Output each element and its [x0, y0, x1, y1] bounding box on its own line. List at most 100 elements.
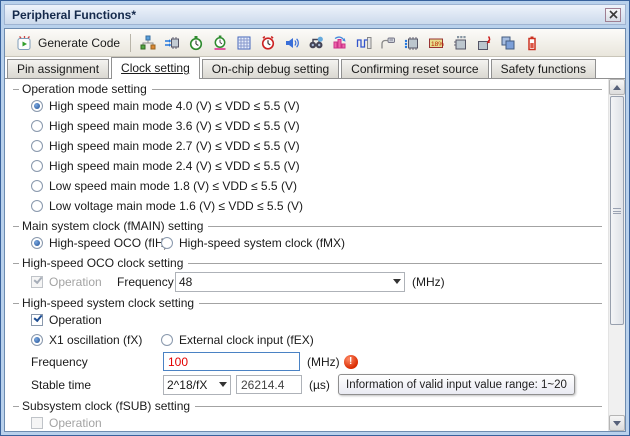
- tab-label: Clock setting: [121, 61, 190, 75]
- radio-icon: [31, 237, 43, 249]
- radio-high-speed-oco[interactable]: High-speed OCO (fIH): [11, 233, 161, 253]
- scroll-down-icon: [613, 421, 621, 426]
- scroll-down-button[interactable]: [609, 415, 625, 431]
- tab-on-chip-debug-setting[interactable]: On-chip debug setting: [202, 59, 339, 78]
- watchdog-timer-icon[interactable]: [257, 33, 278, 53]
- tab-label: Pin assignment: [17, 62, 99, 76]
- comparator-icon[interactable]: [353, 33, 374, 53]
- vertical-scrollbar[interactable]: [608, 79, 625, 431]
- group-main-system-clock: Main system clock (fMAIN) setting High-s…: [11, 219, 606, 253]
- da-converter-icon[interactable]: [329, 33, 350, 53]
- radio-icon: [31, 160, 43, 172]
- svg-text:18%: 18%: [431, 40, 444, 47]
- interrupt-controller-icon[interactable]: [473, 33, 494, 53]
- stable-time-unit: (µs): [309, 378, 330, 392]
- toolbar-separator: [130, 34, 131, 52]
- tab-confirming-reset-source[interactable]: Confirming reset source: [341, 59, 488, 78]
- frequency-unit: (MHz): [412, 275, 445, 289]
- checkbox-icon: [31, 417, 43, 429]
- close-icon: [609, 10, 618, 19]
- radio-low-speed-main-mode-1-8[interactable]: Low speed main mode 1.8 (V) ≤ VDD ≤ 5.5 …: [11, 176, 606, 196]
- radio-icon: [31, 140, 43, 152]
- stable-time-select[interactable]: 2^18/fX: [163, 375, 231, 395]
- toolbar: Generate Code: [5, 29, 625, 57]
- generate-code-icon: [16, 35, 33, 51]
- key-matrix-icon[interactable]: [233, 33, 254, 53]
- group-title: Subsystem clock (fSUB) setting: [22, 399, 195, 413]
- close-button[interactable]: [605, 8, 621, 22]
- group-title: Operation mode setting: [22, 82, 152, 96]
- radio-icon: [31, 100, 43, 112]
- operation-checkbox-disabled: [31, 276, 43, 288]
- scroll-up-button[interactable]: [609, 79, 625, 95]
- tab-label: On-chip debug setting: [212, 62, 329, 76]
- scrollbar-grip-icon: [613, 208, 621, 214]
- radio-high-speed-main-mode-2-4[interactable]: High speed main mode 2.4 (V) ≤ VDD ≤ 5.5…: [11, 156, 606, 176]
- subsystem-operation-checkbox[interactable]: Operation: [11, 413, 606, 431]
- radio-low-voltage-main-mode-1-6[interactable]: Low voltage main mode 1.6 (V) ≤ VDD ≤ 5.…: [11, 196, 606, 216]
- serial-interface-icon[interactable]: [377, 33, 398, 53]
- radio-high-speed-main-mode-4-0[interactable]: High speed main mode 4.0 (V) ≤ VDD ≤ 5.5…: [11, 96, 606, 116]
- radio-icon: [31, 180, 43, 192]
- tabstrip: Pin assignment Clock setting On-chip deb…: [5, 57, 625, 79]
- tab-label: Safety functions: [501, 62, 586, 76]
- group-high-speed-system-clock: High-speed system clock setting Operatio…: [11, 296, 606, 396]
- chevron-down-icon: [393, 279, 401, 284]
- radio-icon: [31, 334, 43, 346]
- radio-high-speed-main-mode-3-6[interactable]: High speed main mode 3.6 (V) ≤ VDD ≤ 5.5…: [11, 116, 606, 136]
- radio-high-speed-main-mode-2-7[interactable]: High speed main mode 2.7 (V) ≤ VDD ≤ 5.5…: [11, 136, 606, 156]
- radio-high-speed-system-clock[interactable]: High-speed system clock (fMX): [161, 233, 345, 253]
- buzzer-icon[interactable]: [281, 33, 302, 53]
- voltage-detector-icon[interactable]: [497, 33, 518, 53]
- reset-function-icon[interactable]: [521, 33, 542, 53]
- group-title: High-speed OCO clock setting: [22, 256, 188, 270]
- radio-icon: [161, 334, 173, 346]
- scrollbar-thumb[interactable]: [610, 96, 624, 325]
- iic-bus-icon[interactable]: [401, 33, 422, 53]
- operation-label: Operation: [49, 275, 117, 289]
- clock-setting-content: Operation mode setting High speed main m…: [5, 79, 608, 431]
- radio-icon: [31, 200, 43, 212]
- frequency-unit: (MHz): [307, 355, 340, 369]
- window-title: Peripheral Functions*: [12, 8, 605, 22]
- group-oco-clock: High-speed OCO clock setting Operation F…: [11, 256, 606, 293]
- error-icon: !: [344, 355, 358, 369]
- generate-code-button[interactable]: Generate Code: [9, 32, 127, 54]
- scroll-up-icon: [613, 85, 621, 90]
- stable-time-value: [236, 375, 302, 394]
- tab-content-area: Operation mode setting High speed main m…: [5, 79, 625, 431]
- hs-frequency-input[interactable]: [163, 352, 300, 371]
- tab-label: Confirming reset source: [351, 62, 478, 76]
- frequency-label: Frequency: [31, 355, 163, 369]
- titlebar: Peripheral Functions*: [4, 4, 626, 25]
- generate-code-label: Generate Code: [38, 36, 120, 50]
- group-title: Main system clock (fMAIN) setting: [22, 219, 208, 233]
- peripheral-functions-window: Peripheral Functions* Generate Code: [0, 0, 630, 436]
- radio-icon: [31, 120, 43, 132]
- chevron-down-icon: [219, 382, 227, 387]
- timer-rd-icon[interactable]: [209, 33, 230, 53]
- ad-converter-icon[interactable]: [305, 33, 326, 53]
- radio-icon: [161, 237, 173, 249]
- radio-x1-oscillation[interactable]: X1 oscillation (fX): [11, 330, 161, 350]
- tab-clock-setting[interactable]: Clock setting: [111, 57, 200, 79]
- interval-timer-icon[interactable]: [185, 33, 206, 53]
- frequency-label: Frequency: [117, 275, 175, 289]
- tab-pin-assignment[interactable]: Pin assignment: [7, 59, 109, 78]
- radio-external-clock-input[interactable]: External clock input (fEX): [161, 330, 314, 350]
- hs-operation-checkbox[interactable]: Operation: [11, 310, 606, 330]
- input-range-tooltip: Information of valid input value range: …: [338, 374, 575, 395]
- temperature-display-icon[interactable]: 18%: [425, 33, 446, 53]
- tab-safety-functions[interactable]: Safety functions: [491, 59, 596, 78]
- stable-time-label: Stable time: [31, 378, 163, 392]
- clock-generator-icon[interactable]: [161, 33, 182, 53]
- scrollbar-track[interactable]: [609, 95, 625, 415]
- checkbox-icon: [31, 314, 43, 326]
- group-title: High-speed system clock setting: [22, 296, 199, 310]
- group-subsystem-clock: Subsystem clock (fSUB) setting Operation: [11, 399, 606, 431]
- dma-controller-icon[interactable]: [449, 33, 470, 53]
- group-operation-mode: Operation mode setting High speed main m…: [11, 82, 606, 216]
- oco-frequency-select[interactable]: 48: [175, 272, 405, 292]
- panel: Generate Code: [4, 28, 626, 432]
- device-pin-icon[interactable]: [137, 33, 158, 53]
